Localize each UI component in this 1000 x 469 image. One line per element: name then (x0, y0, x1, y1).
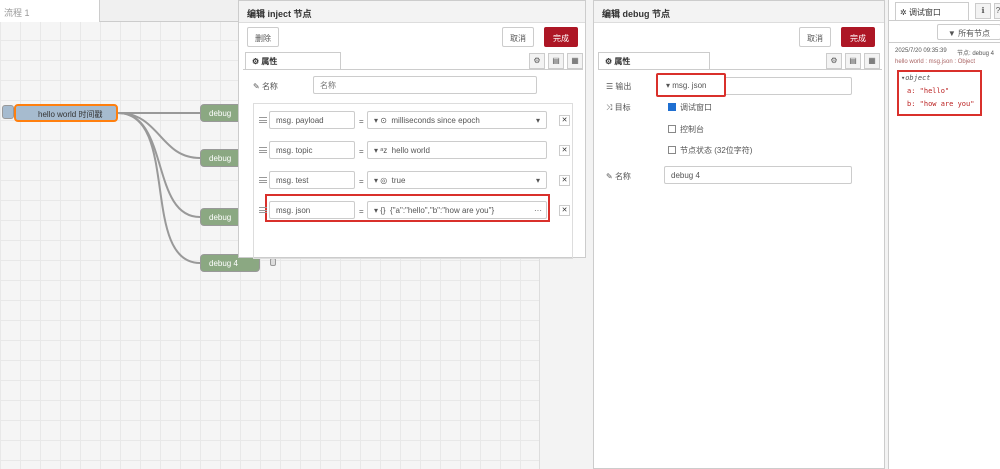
name-label: 名称 (261, 82, 278, 91)
prop-name-field[interactable]: msg. json (269, 201, 355, 219)
name-label-wrap: ✎ 名称 (606, 172, 631, 181)
drag-handle-icon[interactable] (259, 177, 267, 183)
help-icon[interactable]: ? (994, 3, 1000, 19)
prop-value: {"a":"hello","b":"how are you"} (390, 206, 495, 215)
tab-properties[interactable]: ⚙ 属性 (245, 52, 341, 69)
msg-prefix: msg. (276, 206, 294, 215)
prop-name: payload (295, 116, 324, 125)
prop-name-field[interactable]: msg. payload (269, 111, 355, 129)
document-icon[interactable]: ▤ (548, 53, 564, 69)
filter-label: 所有节点 (958, 29, 991, 38)
remove-row-button[interactable]: ✕ (559, 175, 570, 186)
cancel-button[interactable]: 取消 (502, 27, 534, 47)
object-prop-a: a: "hello" (907, 87, 950, 95)
tab-properties[interactable]: ⚙ 属性 (598, 52, 710, 69)
prop-value-field[interactable]: ▾ {} {"a":"hello","b":"how are you"} ··· (367, 201, 547, 219)
done-button[interactable]: 完成 (544, 27, 578, 47)
prop-value: true (391, 176, 406, 185)
layout-icon[interactable]: ▦ (567, 53, 583, 69)
console-checkbox[interactable] (668, 125, 676, 133)
prop-value-field[interactable]: ▾ ⊙ milliseconds since epoch ▾ (367, 111, 547, 129)
tab-debug[interactable]: ✲ 调试窗口 (895, 2, 969, 20)
msg-prefix: msg. (276, 116, 294, 125)
tab-divider (598, 69, 882, 70)
object-type[interactable]: ▾object (901, 74, 931, 82)
debug-node-label: debug (209, 109, 232, 118)
msg-prefix: msg. (276, 176, 294, 185)
cancel-button[interactable]: 取消 (799, 27, 831, 47)
drag-handle-icon[interactable] (259, 147, 267, 153)
prop-value-field[interactable]: ▾ ◎ true ▾ (367, 171, 547, 189)
name-label-wrap: ✎ 名称 (253, 82, 278, 91)
message-timestamp: 2025/7/20 09:35:39 (895, 48, 947, 54)
name-input[interactable] (313, 76, 537, 94)
tab-properties-label: 属性 (261, 57, 278, 66)
prop-name-field[interactable]: msg. topic (269, 141, 355, 159)
output-value: msg. json (672, 81, 707, 90)
debug-node-label: debug (209, 213, 232, 222)
equals-sign: = (359, 207, 364, 216)
console-label: 控制台 (680, 125, 704, 134)
tab-debug-label: 调试窗口 (908, 8, 941, 17)
tab-properties-label: 属性 (614, 57, 631, 66)
filter-button[interactable]: ▼ 所有节点 (937, 24, 1000, 40)
dialog-title: 编辑 debug 节点 (594, 1, 884, 23)
prop-name: json (295, 206, 311, 215)
gear-icon[interactable]: ⚙ (826, 53, 842, 69)
target-label-wrap: ⤨ 目标 (606, 103, 631, 112)
debug-window-checkbox[interactable] (668, 103, 676, 111)
prop-value-field[interactable]: ▾ ᵃz hello world (367, 141, 547, 159)
output-label: 输出 (615, 82, 632, 91)
drag-handle-icon[interactable] (259, 207, 267, 213)
debug-node-label: debug (209, 154, 232, 163)
debug-toggle-port[interactable] (270, 258, 276, 266)
delete-button[interactable]: 删除 (247, 27, 279, 47)
prop-name-field[interactable]: msg. test (269, 171, 355, 189)
toolbar-divider (889, 42, 1000, 43)
msg-prefix: msg. (276, 146, 294, 155)
equals-sign: = (359, 177, 364, 186)
output-label-wrap: ☰ 输出 (606, 82, 632, 91)
gear-icon[interactable]: ⚙ (529, 53, 545, 69)
debug-window-label: 调试窗口 (680, 103, 712, 112)
remove-row-button[interactable]: ✕ (559, 145, 570, 156)
message-node-link[interactable]: 节点: debug 4 (957, 48, 994, 57)
info-icon[interactable]: ℹ (975, 3, 991, 19)
debug-node-label: debug 4 (209, 259, 238, 268)
object-type-label: object (905, 74, 931, 82)
document-icon[interactable]: ▤ (845, 53, 861, 69)
done-button[interactable]: 完成 (841, 27, 875, 47)
remove-row-button[interactable]: ✕ (559, 115, 570, 126)
inject-trigger-button[interactable] (2, 105, 14, 119)
tab-divider (889, 20, 1000, 21)
name-label: 名称 (614, 172, 631, 181)
inject-edit-dialog: 编辑 inject 节点 删除 取消 完成 ⚙ 属性 ⚙ ▤ ▦ ✎ 名称 ms… (238, 0, 586, 259)
prop-value: hello world (391, 146, 430, 155)
inject-node-label: hello world 时间戳 (38, 110, 103, 119)
equals-sign: = (359, 147, 364, 156)
prop-name: topic (295, 146, 313, 155)
prop-name: test (295, 176, 309, 185)
prop-value: milliseconds since epoch (391, 116, 480, 125)
target-label: 目标 (614, 103, 631, 112)
debug-edit-dialog: 编辑 debug 节点 取消 完成 ⚙ 属性 ⚙ ▤ ▦ ☰ 输出 ▾ msg.… (593, 0, 885, 469)
output-value-highlight[interactable]: ▾ msg. json (656, 73, 726, 97)
drag-handle-icon[interactable] (259, 117, 267, 123)
node-status-label: 节点状态 (32位字符) (680, 146, 753, 155)
equals-sign: = (359, 117, 364, 126)
name-input[interactable]: debug 4 (664, 166, 852, 184)
node-status-checkbox[interactable] (668, 146, 676, 154)
debug-sidebar: ✲ 调试窗口 ℹ ? ▼ 所有节点 2025/7/20 09:35:39 节点:… (888, 0, 1000, 469)
name-value: debug 4 (671, 171, 700, 180)
dialog-title: 编辑 inject 节点 (239, 1, 585, 23)
layout-icon[interactable]: ▦ (864, 53, 880, 69)
inject-node[interactable]: hello world 时间戳 (14, 104, 118, 122)
tab-divider (243, 69, 583, 70)
message-path: hello world : msg.json : Object (895, 59, 976, 65)
remove-row-button[interactable]: ✕ (559, 205, 570, 216)
object-prop-b: b: "how are you" (907, 100, 975, 108)
